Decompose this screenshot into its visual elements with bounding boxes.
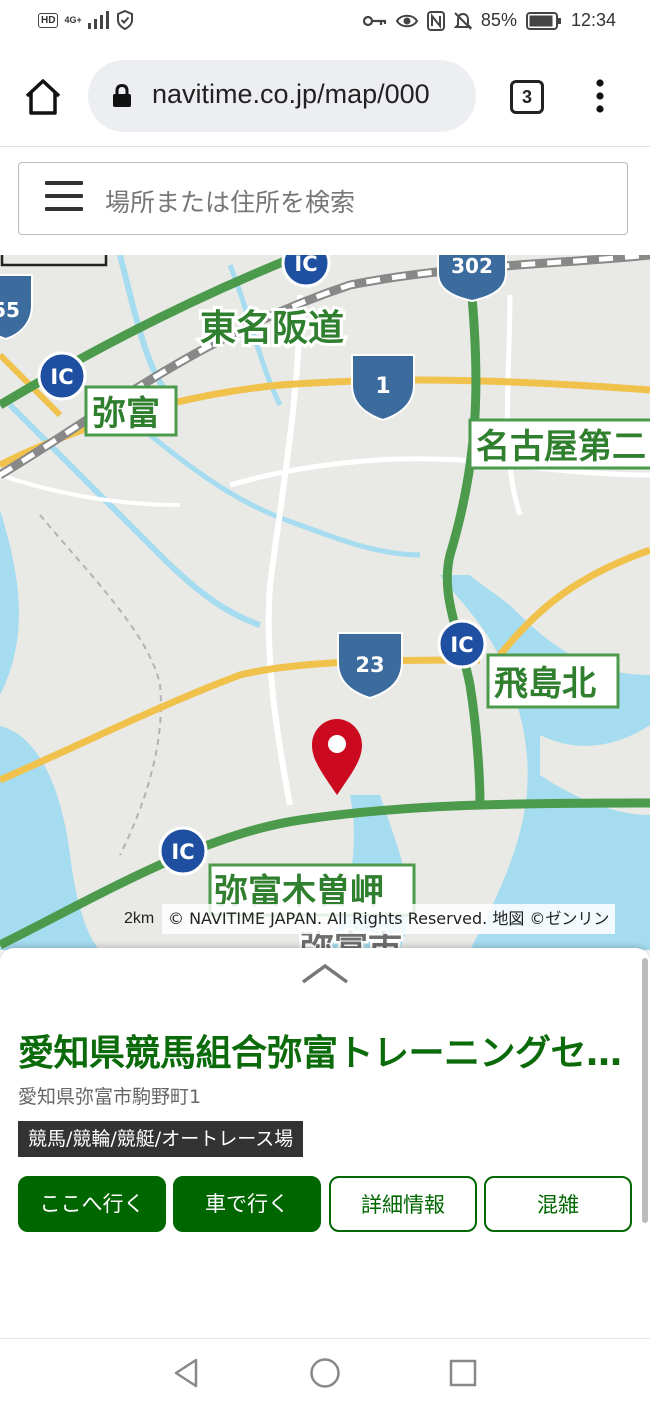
- route-302-number: 302: [451, 255, 493, 278]
- key-icon: [362, 15, 387, 26]
- hamburger-menu-icon[interactable]: [45, 181, 83, 215]
- url-text: navitime.co.jp/map/000: [152, 79, 430, 109]
- nagoya-daini-road: [442, 274, 485, 806]
- route-23-number: 23: [355, 653, 384, 677]
- scale-bar: [0, 255, 108, 267]
- battery-percent: 85%: [480, 10, 517, 30]
- shield-icon: [116, 10, 133, 30]
- local-road-ns: [265, 294, 303, 806]
- android-nav-bar: [0, 1338, 650, 1409]
- ic-label-yatomi: IC: [50, 365, 73, 389]
- by-car-button[interactable]: 車で行く: [173, 1176, 321, 1232]
- route-23-road: [0, 656, 481, 784]
- network-type: 4G+: [64, 14, 82, 25]
- ic-label-kisozaki: IC: [171, 840, 194, 864]
- ic-label-north: IC: [294, 255, 317, 276]
- congestion-button[interactable]: 混雑: [484, 1176, 632, 1232]
- place-address: 愛知県弥富市駒野町1: [18, 1086, 202, 1108]
- details-button[interactable]: 詳細情報: [329, 1176, 477, 1232]
- lock-icon: [113, 84, 131, 107]
- category-badge: 競馬/競輪/競艇/オートレース場: [18, 1121, 304, 1157]
- scale-label: 2km: [124, 910, 155, 927]
- eye-icon: [395, 14, 418, 27]
- home-icon[interactable]: [22, 76, 64, 118]
- ic-label-tobishima: IC: [450, 633, 473, 657]
- local-road-east: [505, 294, 523, 516]
- stream-1: [7, 402, 261, 628]
- place-title: 愛知県競馬組合弥富トレーニングセ…: [18, 1033, 622, 1074]
- map-view[interactable]: 東名阪道 弥富 名古屋第二 飛島北 弥富木曽岬 弥富市 1 23 302 55 …: [0, 255, 650, 950]
- search-placeholder: 場所または住所を検索: [105, 188, 356, 217]
- signal-icon: [87, 11, 109, 29]
- place-detail-panel: 愛知県競馬組合弥富トレーニングセ… 愛知県弥富市駒野町1 競馬/競輪/競艇/オー…: [0, 948, 650, 1338]
- label-tomei-hanshin: 東名阪道: [200, 308, 344, 349]
- route-155-number: 55: [0, 298, 20, 322]
- label-yatomi: 弥富: [92, 394, 160, 434]
- route-1-number: 1: [375, 374, 390, 399]
- mute-icon: [453, 11, 472, 30]
- address-bar[interactable]: navitime.co.jp/map/000: [88, 60, 476, 132]
- map-copyright: © NAVITIME JAPAN. All Rights Reserved. 地…: [162, 904, 616, 934]
- status-bar: HD 4G+ 85% 12:34: [0, 0, 650, 46]
- clock: 12:34: [570, 10, 616, 30]
- go-here-button[interactable]: ここへ行く: [18, 1176, 166, 1232]
- more-menu-icon[interactable]: [590, 76, 610, 116]
- search-input[interactable]: 場所または住所を検索: [18, 162, 628, 235]
- label-tobishima-kita: 飛島北: [494, 664, 596, 704]
- local-road-west: [0, 473, 181, 507]
- back-icon[interactable]: [172, 1357, 200, 1389]
- map-canvas: 東名阪道 弥富 名古屋第二 飛島北 弥富木曽岬 弥富市 1 23 302 55 …: [0, 255, 650, 950]
- browser-toolbar: navitime.co.jp/map/000 3: [0, 46, 650, 147]
- search-section: 場所または住所を検索: [0, 147, 650, 255]
- chevron-up-icon[interactable]: [300, 960, 350, 986]
- nfc-icon: [426, 10, 445, 31]
- label-nagoya-daini: 名古屋第二: [476, 427, 646, 467]
- location-pin-icon[interactable]: [312, 719, 362, 795]
- battery-icon: [525, 11, 561, 30]
- hd-badge: HD: [38, 12, 59, 28]
- recents-icon[interactable]: [449, 1359, 477, 1387]
- home-nav-icon[interactable]: [309, 1357, 341, 1389]
- panel-scrollbar[interactable]: [642, 958, 648, 1223]
- river-west: [0, 510, 19, 695]
- tab-switcher-button[interactable]: 3: [510, 80, 544, 114]
